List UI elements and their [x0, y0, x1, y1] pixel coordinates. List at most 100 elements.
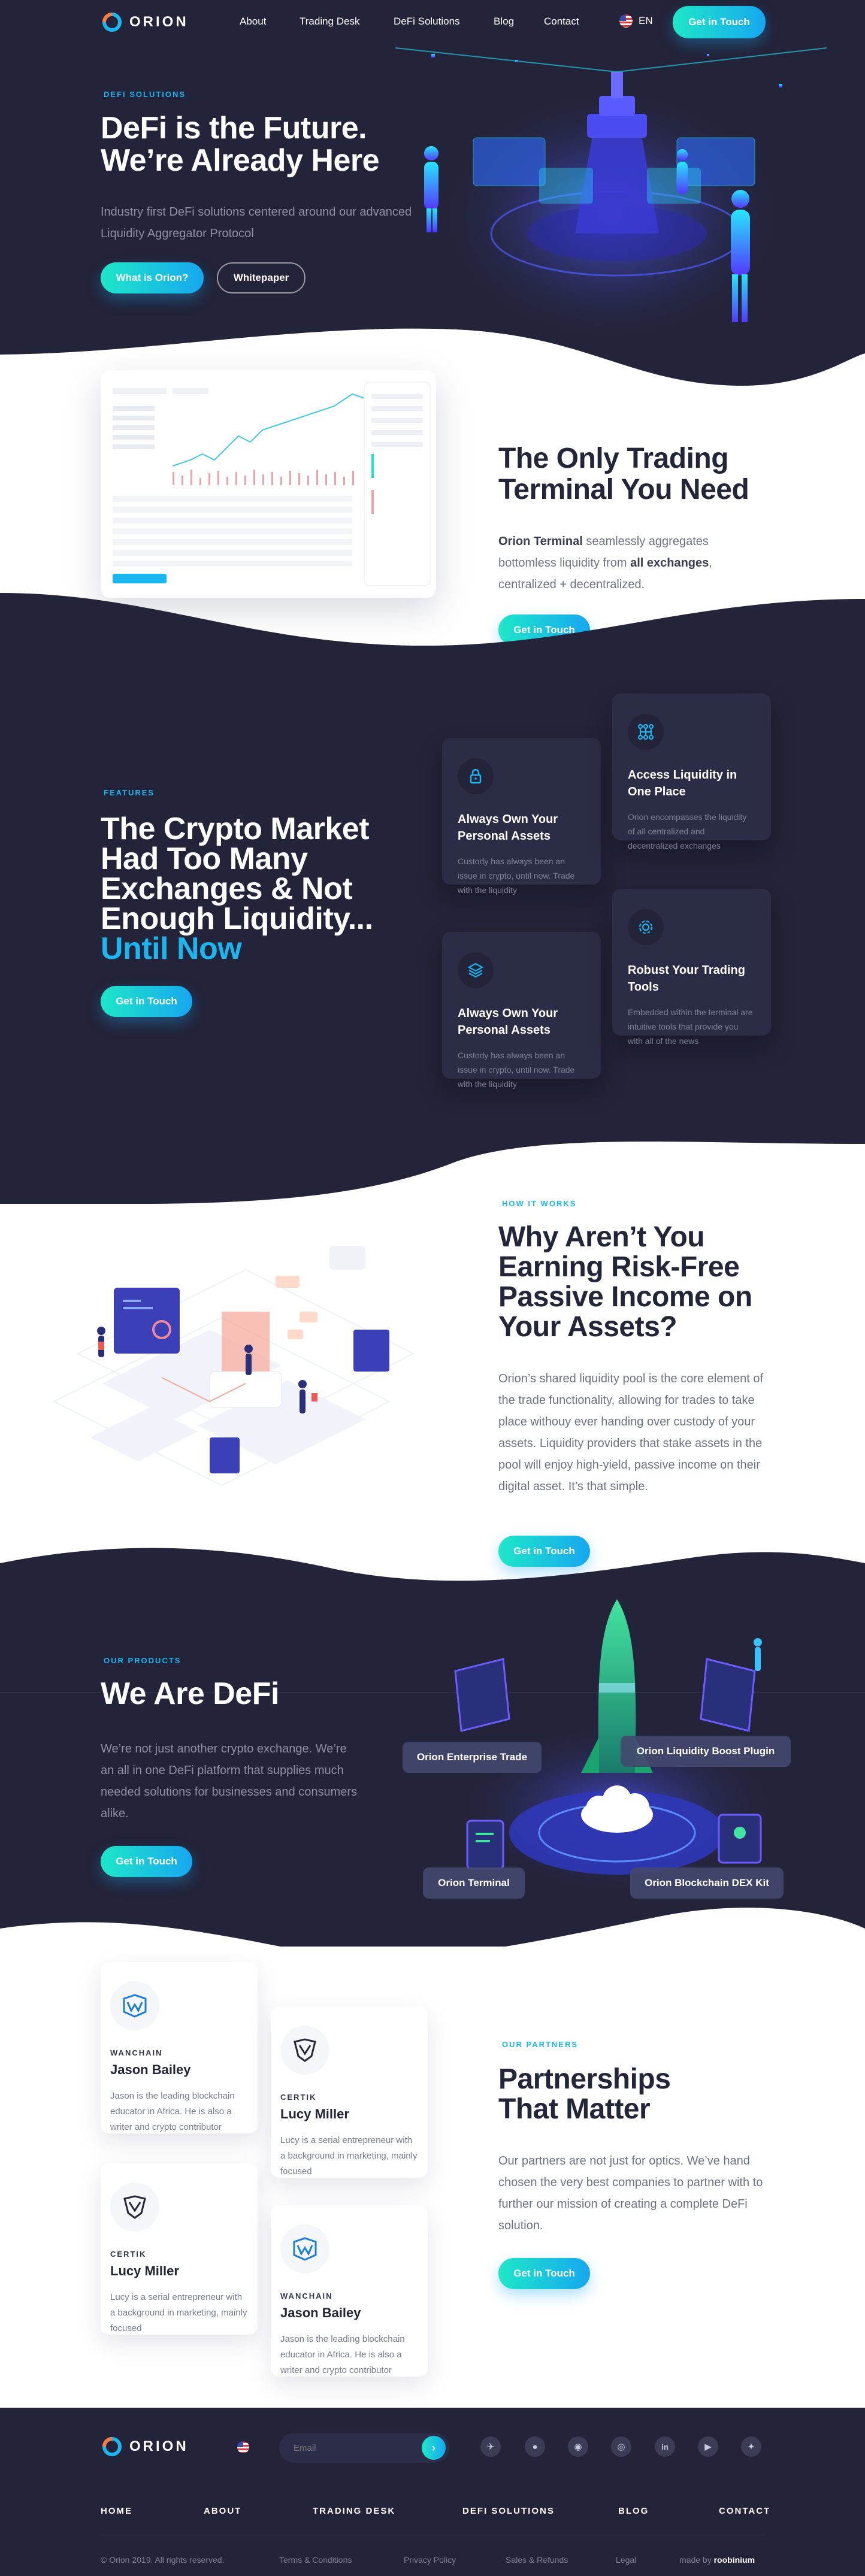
- reddit-icon[interactable]: ●: [525, 2436, 545, 2457]
- features-title-line-2: Had Too Many: [101, 841, 308, 876]
- partner-name: Jason Bailey: [280, 2305, 361, 2320]
- partner-card-wanchain: WANCHAIN Jason Bailey Jason is the leadi…: [101, 1962, 258, 2133]
- language-label: EN: [639, 15, 653, 26]
- how-it-works-kicker: HOW IT WORKS: [502, 1199, 577, 1208]
- features-title-line-3: Exchanges & Not: [101, 871, 353, 906]
- partners-description: Our partners are not just for optics. We…: [498, 2154, 763, 2232]
- what-is-orion-button[interactable]: What is Orion?: [101, 262, 204, 293]
- feature-card-title: Access Liquidity in One Place: [628, 768, 737, 798]
- product-tag-liquidity-boost[interactable]: Orion Liquidity Boost Plugin: [621, 1736, 791, 1767]
- hero-title-line-1: DeFi is the Future.: [101, 111, 367, 146]
- partner-company: WANCHAIN: [280, 2292, 333, 2300]
- twitter-icon[interactable]: ✦: [741, 2436, 761, 2457]
- footer-link-defi-solutions[interactable]: DEFI SOLUTIONS: [462, 2506, 555, 2516]
- footer-logo[interactable]: ORION: [101, 2435, 189, 2458]
- partners-get-in-touch-button[interactable]: Get in Touch: [498, 2258, 590, 2289]
- partner-name: Lucy Miller: [110, 2263, 179, 2278]
- footer-logo-text: ORION: [129, 2438, 189, 2454]
- features-title-line-4: Enough Liquidity...: [101, 901, 373, 936]
- wanchain-logo-icon: [280, 2224, 329, 2274]
- nav-blog[interactable]: Blog: [494, 16, 514, 28]
- partners-kicker: OUR PARTNERS: [502, 2040, 579, 2049]
- us-flag-icon[interactable]: [237, 2441, 249, 2453]
- features-title-line-1: The Crypto Market: [101, 812, 370, 846]
- network-icon: [628, 714, 664, 750]
- orion-logo-icon: [102, 2437, 122, 2456]
- github-icon[interactable]: ◎: [611, 2436, 631, 2457]
- certik-logo-icon: [110, 2183, 159, 2232]
- wave-divider: [0, 593, 865, 683]
- feature-card-title: Always Own Your Personal Assets: [458, 1007, 558, 1037]
- wave-divider: [0, 1887, 865, 1970]
- how-title-line-3: Passive Income on: [498, 1281, 752, 1313]
- submit-email-button[interactable]: ›: [422, 2436, 446, 2460]
- partners-title-line-1: Partnerships: [498, 2063, 671, 2095]
- terminal-title-line-2: Terminal You Need: [498, 474, 749, 505]
- made-by-agency[interactable]: roobinium: [714, 2555, 755, 2565]
- partner-name: Jason Bailey: [110, 2062, 191, 2077]
- orion-logo-icon: [102, 13, 122, 32]
- footer-legal-privacy[interactable]: Privacy Policy: [404, 2555, 456, 2565]
- gear-icon: [628, 909, 664, 945]
- partners-title-line-2: That Matter: [498, 2093, 651, 2125]
- partner-card-certik: CERTIK Lucy Miller Lucy is a serial entr…: [271, 2006, 428, 2178]
- how-title-line-1: Why Aren’t You: [498, 1221, 705, 1253]
- how-title-line-2: Earning Risk-Free: [498, 1251, 740, 1283]
- terminal-description-bold-1: Orion Terminal: [498, 535, 583, 548]
- nav-get-in-touch-button[interactable]: Get in Touch: [673, 6, 766, 38]
- footer-link-home[interactable]: HOME: [101, 2506, 132, 2516]
- how-it-works-illustration: [52, 1246, 415, 1487]
- hero-title-line-2: We’re Already Here: [101, 143, 380, 178]
- nav-trading-desk[interactable]: Trading Desk: [300, 16, 359, 28]
- features-get-in-touch-button[interactable]: Get in Touch: [101, 986, 192, 1017]
- nav-about[interactable]: About: [240, 16, 266, 28]
- footer-legal-legal[interactable]: Legal: [616, 2555, 636, 2565]
- partner-description: Jason is the leading blockchain educator…: [280, 2334, 405, 2375]
- medium-icon[interactable]: ◉: [568, 2436, 588, 2457]
- chevron-right-icon: ›: [432, 2441, 435, 2454]
- feature-card-own-assets: Always Own Your Personal Assets Custody …: [442, 738, 601, 895]
- footer-link-trading-desk[interactable]: TRADING DESK: [313, 2506, 395, 2516]
- products-description: We’re not just another crypto exchange. …: [101, 1742, 358, 1820]
- partner-card-wanchain-2: WANCHAIN Jason Bailey Jason is the leadi…: [271, 2205, 428, 2377]
- email-input[interactable]: [294, 2440, 407, 2456]
- feature-card-trading-tools: Robust Your Trading Tools Embedded withi…: [612, 889, 771, 1046]
- how-description: Orion’s shared liquidity pool is the cor…: [498, 1372, 764, 1493]
- feature-card-text: Embedded within the terminal are intuiti…: [628, 1007, 753, 1046]
- footer-legal-terms[interactable]: Terms & Conditions: [279, 2555, 352, 2565]
- footer-link-blog[interactable]: BLOG: [618, 2506, 649, 2516]
- copyright: © Orion 2019. All rights reserved.: [101, 2555, 225, 2565]
- language-selector[interactable]: EN: [619, 14, 653, 28]
- terminal-description-bold-2: all exchanges: [630, 556, 709, 570]
- products-kicker: OUR PRODUCTS: [104, 1656, 182, 1665]
- products-title: We Are DeFi: [101, 1676, 279, 1711]
- terminal-title-line-1: The Only Trading: [498, 443, 729, 474]
- feature-card-access-liquidity: Access Liquidity in One Place Orion enco…: [612, 694, 771, 850]
- partner-name: Lucy Miller: [280, 2106, 349, 2121]
- hero-kicker: DEFI SOLUTIONS: [104, 90, 186, 99]
- whitepaper-button[interactable]: Whitepaper: [217, 262, 306, 293]
- nav-contact[interactable]: Contact: [544, 16, 579, 28]
- partner-description: Lucy is a serial entrepreneur with a bac…: [110, 2292, 247, 2333]
- footer-link-contact[interactable]: CONTACT: [719, 2506, 770, 2516]
- logo-text: ORION: [129, 14, 189, 30]
- lock-icon: [458, 758, 494, 794]
- logo[interactable]: ORION: [101, 11, 189, 34]
- wanchain-logo-icon: [110, 1981, 159, 2030]
- partner-company: CERTIK: [110, 2250, 147, 2259]
- nav-defi-solutions[interactable]: DeFi Solutions: [394, 16, 460, 28]
- wave-divider: [0, 1142, 865, 1222]
- products-get-in-touch-button[interactable]: Get in Touch: [101, 1846, 192, 1877]
- us-flag-icon: [619, 14, 633, 28]
- youtube-icon[interactable]: ▶: [698, 2436, 718, 2457]
- footer-link-about[interactable]: ABOUT: [204, 2506, 241, 2516]
- partner-card-certik-2: CERTIK Lucy Miller Lucy is a serial entr…: [101, 2163, 258, 2335]
- telegram-icon[interactable]: ✈: [480, 2436, 501, 2457]
- hero-description: Industry first DeFi solutions centered a…: [101, 205, 412, 240]
- product-tag-enterprise-trade[interactable]: Orion Enterprise Trade: [403, 1742, 542, 1773]
- footer-legal-sales[interactable]: Sales & Refunds: [506, 2555, 568, 2565]
- made-by: made by roobinium: [679, 2555, 755, 2565]
- partner-description: Lucy is a serial entrepreneur with a bac…: [280, 2135, 418, 2177]
- certik-logo-icon: [280, 2026, 329, 2075]
- linkedin-icon[interactable]: in: [655, 2436, 675, 2457]
